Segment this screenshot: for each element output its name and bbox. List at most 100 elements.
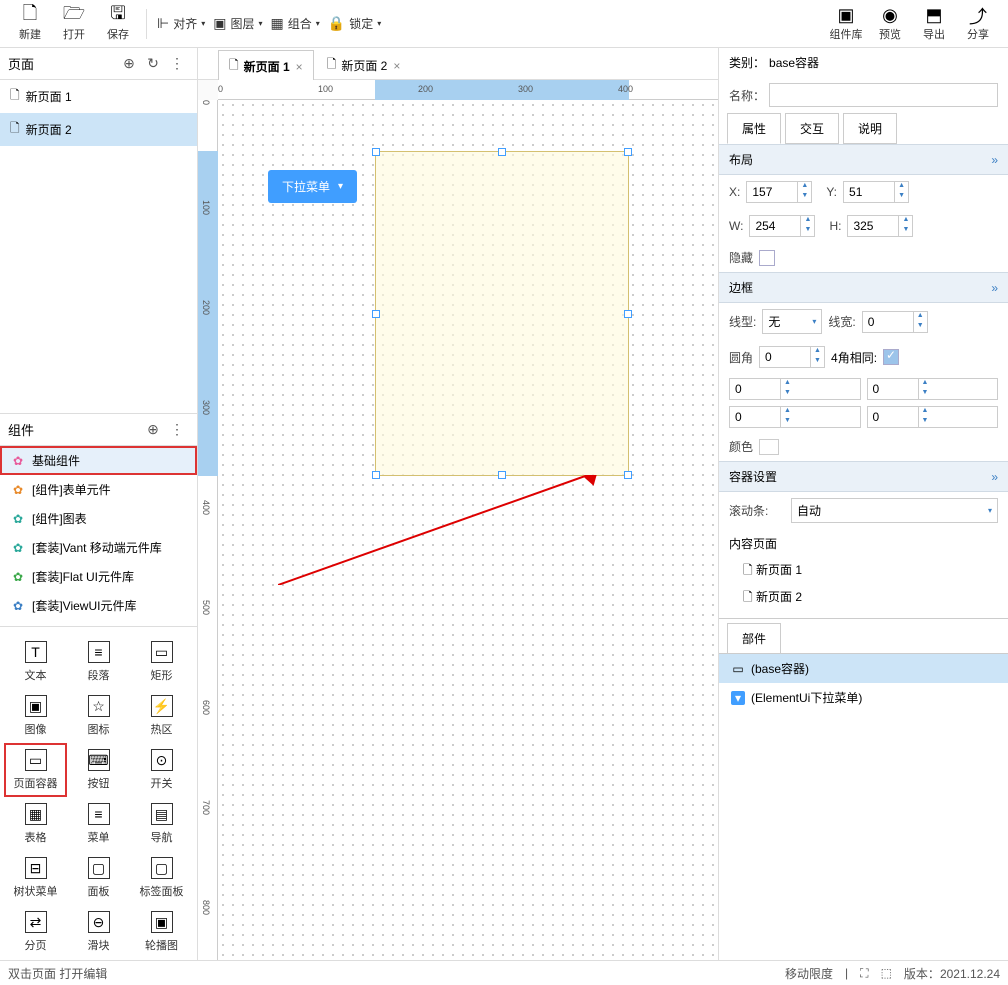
tab-attributes[interactable]: 属性 [727, 113, 781, 144]
resize-handle[interactable] [372, 471, 380, 479]
left-panel: 页面 ⊕ ↻ ⋮ 🗋新页面 1 🗋新页面 2 组件 ⊕ ⋮ ✿基础组件✿[组件]… [0, 48, 198, 960]
content-page-item[interactable]: 🗋 新页面 2 [743, 585, 998, 612]
tab-page-2[interactable]: 🗋新页面 2× [316, 49, 412, 82]
corner-br-input[interactable]: ▲▼ [867, 406, 999, 428]
components-more-button[interactable]: ⋮ [165, 421, 189, 438]
fit-icon[interactable]: ⛶ [860, 966, 868, 981]
hidden-checkbox[interactable] [759, 250, 775, 266]
component-category[interactable]: ✿基础组件 [0, 446, 197, 475]
component-cell[interactable]: ⚡热区 [130, 689, 193, 743]
component-cell[interactable]: ⊟树状菜单 [4, 851, 67, 905]
corner-tl-input[interactable]: ▲▼ [729, 378, 861, 400]
step-up[interactable]: ▲ [895, 182, 908, 192]
same4-checkbox[interactable] [883, 349, 899, 365]
group-dropdown[interactable]: ▦组合▾ [271, 15, 320, 32]
x-input[interactable]: ▲▼ [746, 181, 812, 203]
open-button[interactable]: 🗁打开 [52, 2, 96, 46]
component-cell[interactable]: ▢面板 [67, 851, 130, 905]
component-cell[interactable]: ⊙开关 [130, 743, 193, 797]
complib-button[interactable]: ▣组件库 [824, 2, 868, 46]
component-category[interactable]: ✿[组件]图表 [0, 504, 197, 533]
component-cell[interactable]: ≡段落 [67, 635, 130, 689]
part-item[interactable]: ▾(ElementUi下拉菜单) [719, 683, 1008, 712]
step-down[interactable]: ▼ [899, 226, 912, 236]
component-category[interactable]: ✿[套装]Flat UI元件库 [0, 562, 197, 591]
chevron-down-icon: ▾ [338, 181, 343, 192]
component-cell[interactable]: ⇄分页 [4, 905, 67, 959]
component-cell[interactable]: ⊖滑块 [67, 905, 130, 959]
step-down[interactable]: ▼ [798, 192, 811, 202]
component-category[interactable]: ✿[组件]表单元件 [0, 475, 197, 504]
parts-tab[interactable]: 部件 [727, 623, 781, 653]
step-up[interactable]: ▲ [801, 216, 814, 226]
preview-button[interactable]: ◉预览 [868, 2, 912, 46]
tab-description[interactable]: 说明 [843, 113, 897, 144]
layer-icon: ▣ [213, 15, 226, 32]
container-section-header[interactable]: 容器设置» [719, 461, 1008, 492]
layout-section-header[interactable]: 布局» [719, 144, 1008, 175]
save-button[interactable]: 🖫保存 [96, 2, 140, 46]
component-cell[interactable]: ▤导航 [130, 797, 193, 851]
step-up[interactable]: ▲ [899, 216, 912, 226]
content-page-item[interactable]: 🗋 新页面 1 [743, 558, 998, 585]
step-up[interactable]: ▲ [798, 182, 811, 192]
component-category[interactable]: ✿[套装]ViewUI元件库 [0, 591, 197, 620]
align-dropdown[interactable]: ⊩对齐▾ [157, 15, 205, 32]
tab-page-1[interactable]: 🗋新页面 1× [218, 50, 314, 83]
border-width-input[interactable]: ▲▼ [862, 311, 928, 333]
step-down[interactable]: ▼ [895, 192, 908, 202]
page-item[interactable]: 🗋新页面 2 [0, 113, 197, 146]
component-cell[interactable]: ≡菜单 [67, 797, 130, 851]
resize-handle[interactable] [624, 148, 632, 156]
close-icon[interactable]: × [393, 59, 400, 73]
corner-tr-input[interactable]: ▲▼ [867, 378, 999, 400]
tab-interaction[interactable]: 交互 [785, 113, 839, 144]
lock-dropdown[interactable]: 🔒锁定▾ [328, 15, 381, 32]
resize-handle[interactable] [624, 471, 632, 479]
w-input[interactable]: ▲▼ [749, 215, 815, 237]
cursor-icon[interactable]: ⬚ [881, 966, 892, 980]
component-cell[interactable]: T文本 [4, 635, 67, 689]
dropdown-component[interactable]: 下拉菜单▾ [268, 170, 357, 203]
corner-bl-input[interactable]: ▲▼ [729, 406, 861, 428]
radius-input[interactable]: ▲▼ [759, 346, 825, 368]
component-cell[interactable]: ▦表格 [4, 797, 67, 851]
component-cell[interactable]: ▢标签面板 [130, 851, 193, 905]
component-cell[interactable]: ⌨按钮 [67, 743, 130, 797]
h-input[interactable]: ▲▼ [847, 215, 913, 237]
page-item[interactable]: 🗋新页面 1 [0, 80, 197, 113]
component-cell[interactable]: ▭矩形 [130, 635, 193, 689]
add-component-button[interactable]: ⊕ [141, 421, 165, 438]
name-input[interactable] [769, 83, 998, 107]
resize-handle[interactable] [372, 310, 380, 318]
y-input[interactable]: ▲▼ [843, 181, 909, 203]
component-cell[interactable]: ▣图像 [4, 689, 67, 743]
resize-handle[interactable] [372, 148, 380, 156]
refresh-button[interactable]: ↻ [141, 55, 165, 72]
resize-handle[interactable] [624, 310, 632, 318]
new-button[interactable]: 🗋新建 [8, 2, 52, 46]
color-swatch[interactable] [759, 439, 779, 455]
canvas[interactable]: 下拉菜单▾ [218, 100, 718, 960]
selected-container[interactable] [375, 151, 629, 476]
border-type-select[interactable]: 无▾ [762, 309, 822, 334]
component-cell[interactable]: ☆图标 [67, 689, 130, 743]
component-cell[interactable]: ▣轮播图 [130, 905, 193, 959]
export-button[interactable]: ⬒导出 [912, 2, 956, 46]
share-button[interactable]: ⤴分享 [956, 2, 1000, 46]
step-down[interactable]: ▼ [801, 226, 814, 236]
ruler-horizontal[interactable]: 0 100 200 300 400 [218, 80, 718, 100]
more-button[interactable]: ⋮ [165, 55, 189, 72]
add-page-button[interactable]: ⊕ [117, 55, 141, 72]
resize-handle[interactable] [498, 471, 506, 479]
component-category[interactable]: ✿[套装]Vant 移动端元件库 [0, 533, 197, 562]
close-icon[interactable]: × [296, 60, 303, 74]
parts-panel: 部件 ▭(base容器) ▾(ElementUi下拉菜单) [719, 618, 1008, 712]
component-cell[interactable]: ▭页面容器 [4, 743, 67, 797]
layer-dropdown[interactable]: ▣图层▾ [213, 15, 262, 32]
ruler-vertical[interactable]: 0 100 200 300 400 500 600 700 800 [198, 100, 218, 960]
border-section-header[interactable]: 边框» [719, 272, 1008, 303]
part-item[interactable]: ▭(base容器) [719, 654, 1008, 683]
resize-handle[interactable] [498, 148, 506, 156]
scroll-select[interactable]: 自动▾ [791, 498, 998, 523]
